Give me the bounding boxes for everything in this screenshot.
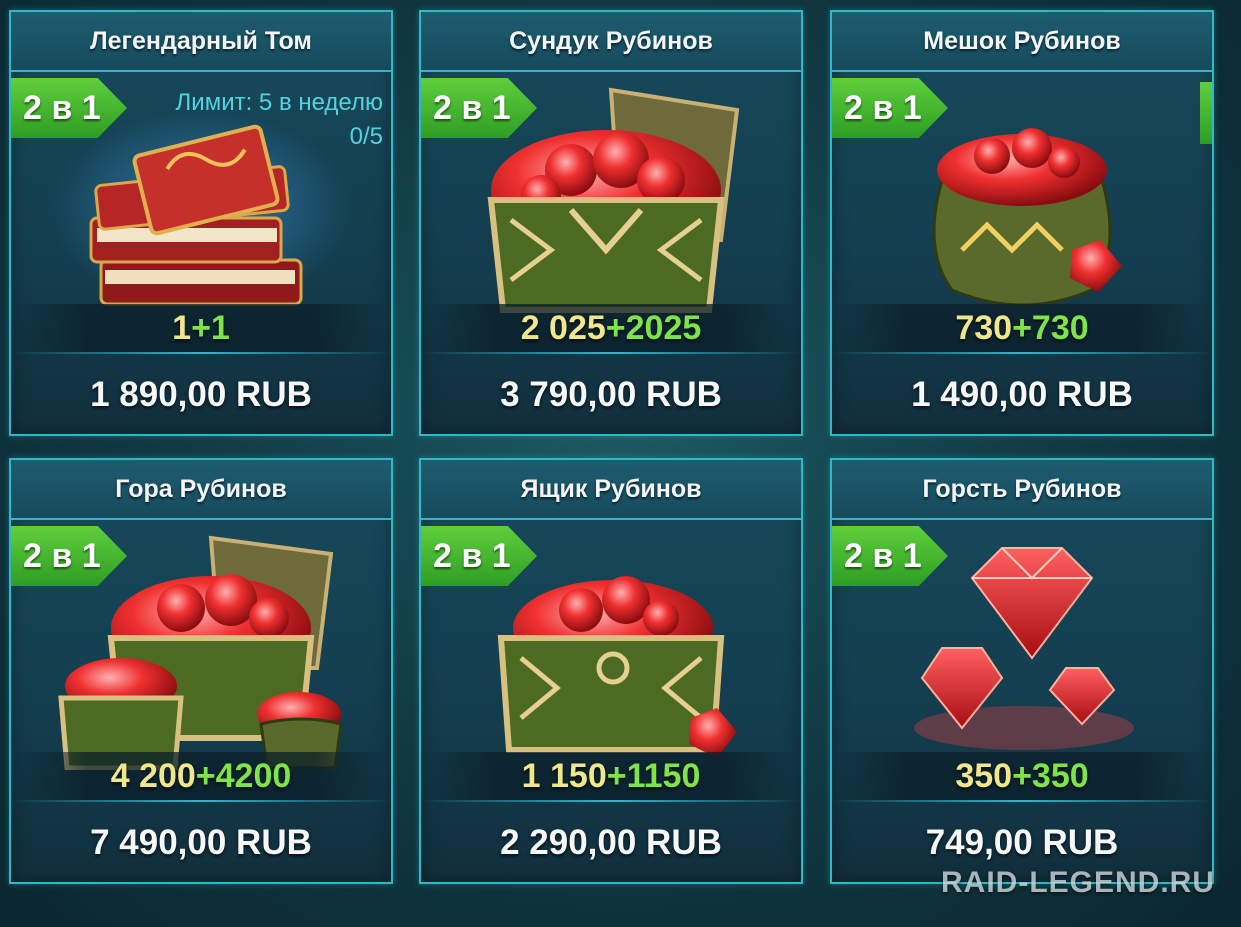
limit-progress: 0/5	[349, 123, 383, 150]
amount-base: 1 150	[521, 756, 607, 795]
offer-card-ruby-handful[interactable]: Горсть Рубинов 2 в 1 350 +350 749,00 RUB	[830, 458, 1214, 884]
offer-card-ruby-mountain[interactable]: Гора Рубинов 2 в 1 4 200 +4200 7 490,00 R…	[9, 458, 393, 884]
card-title: Легендарный Том	[11, 12, 391, 72]
price-button[interactable]: 7 490,00 RUB	[11, 806, 391, 880]
price-button[interactable]: 3 790,00 RUB	[421, 358, 801, 432]
reward-amount: 4 200 +4200	[11, 752, 391, 800]
reward-amount: 1 150 +1150	[421, 752, 801, 800]
reward-amount: 2 025 +2025	[421, 304, 801, 352]
amount-base: 730	[955, 308, 1013, 347]
card-title: Ящик Рубинов	[421, 460, 801, 520]
amount-bonus: +1150	[606, 756, 701, 795]
amount-bonus: +2025	[605, 308, 702, 347]
card-title: Гора Рубинов	[11, 460, 391, 520]
divider	[11, 800, 391, 802]
offer-card-ruby-chest[interactable]: Сундук Рубинов 2 в 1 2 025 +2025 3 790,00…	[419, 10, 803, 436]
divider	[832, 352, 1212, 354]
next-badge-edge	[1200, 82, 1212, 144]
amount-base: 4 200	[110, 756, 196, 795]
amount-bonus: +4200	[195, 756, 292, 795]
divider	[421, 352, 801, 354]
limit-label: Лимит: 5 в неделю	[175, 89, 383, 116]
reward-amount: 730 +730	[832, 304, 1212, 352]
offer-card-legendary-tome[interactable]: Легендарный Том 2 в 1 Лимит: 5 в неделю …	[9, 10, 393, 436]
watermark: RAID-LEGEND.RU	[941, 866, 1215, 899]
amount-bonus: +350	[1012, 756, 1089, 795]
divider	[832, 800, 1212, 802]
offer-card-ruby-box[interactable]: Ящик Рубинов 2 в 1 1 150 +1150 2 290,00 R…	[419, 458, 803, 884]
card-title: Мешок Рубинов	[832, 12, 1212, 72]
purchase-limit: Лимит: 5 в неделю 0/5	[176, 86, 383, 154]
card-title: Сундук Рубинов	[421, 12, 801, 72]
offer-card-ruby-sack[interactable]: Мешок Рубинов 2 в 1 730 +730 1 490,00 RUB	[830, 10, 1214, 436]
amount-base: 1	[172, 308, 192, 347]
amount-bonus: +1	[191, 308, 230, 347]
amount-bonus: +730	[1012, 308, 1089, 347]
amount-base: 2 025	[520, 308, 606, 347]
card-title: Горсть Рубинов	[832, 460, 1212, 520]
reward-amount: 1 +1	[11, 304, 391, 352]
price-button[interactable]: 2 290,00 RUB	[421, 806, 801, 880]
price-button[interactable]: 1 490,00 RUB	[832, 358, 1212, 432]
divider	[421, 800, 801, 802]
reward-amount: 350 +350	[832, 752, 1212, 800]
price-button[interactable]: 1 890,00 RUB	[11, 358, 391, 432]
divider	[11, 352, 391, 354]
amount-base: 350	[955, 756, 1013, 795]
